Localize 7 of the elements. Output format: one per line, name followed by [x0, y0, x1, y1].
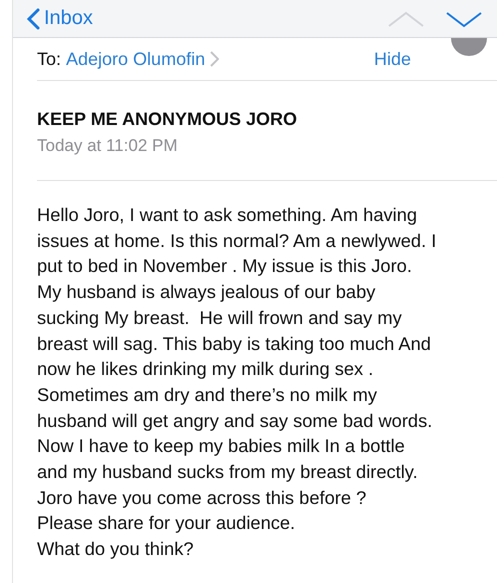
email-date: Today at 11:02 PM [37, 136, 178, 156]
to-label: To: [37, 48, 62, 70]
email-subject: KEEP ME ANONYMOUS JORO [37, 109, 298, 130]
message-body: Hello Joro, I want to ask something. Am having issues at home. Is this normal? Am a newlywed. I put to bed in November . My issue is this Joro. My husband is always jealous of our baby sucking My breast. He will frown and say my breast will sag. This baby is taking too much And now he likes drinking my milk during sex . Sometimes am dry and there’s no milk my husband will get angry and say some bad words. Now I have to keep my babies milk In a bottle and my husband sucks from my breast directly. Joro have you come across this before ? Please share for your audience. What do you think? [37, 203, 438, 562]
back-button[interactable]: Inbox [26, 7, 93, 30]
hide-link[interactable]: Hide [374, 48, 411, 70]
recipient-link[interactable]: Adejoro Olumofin [66, 48, 206, 70]
